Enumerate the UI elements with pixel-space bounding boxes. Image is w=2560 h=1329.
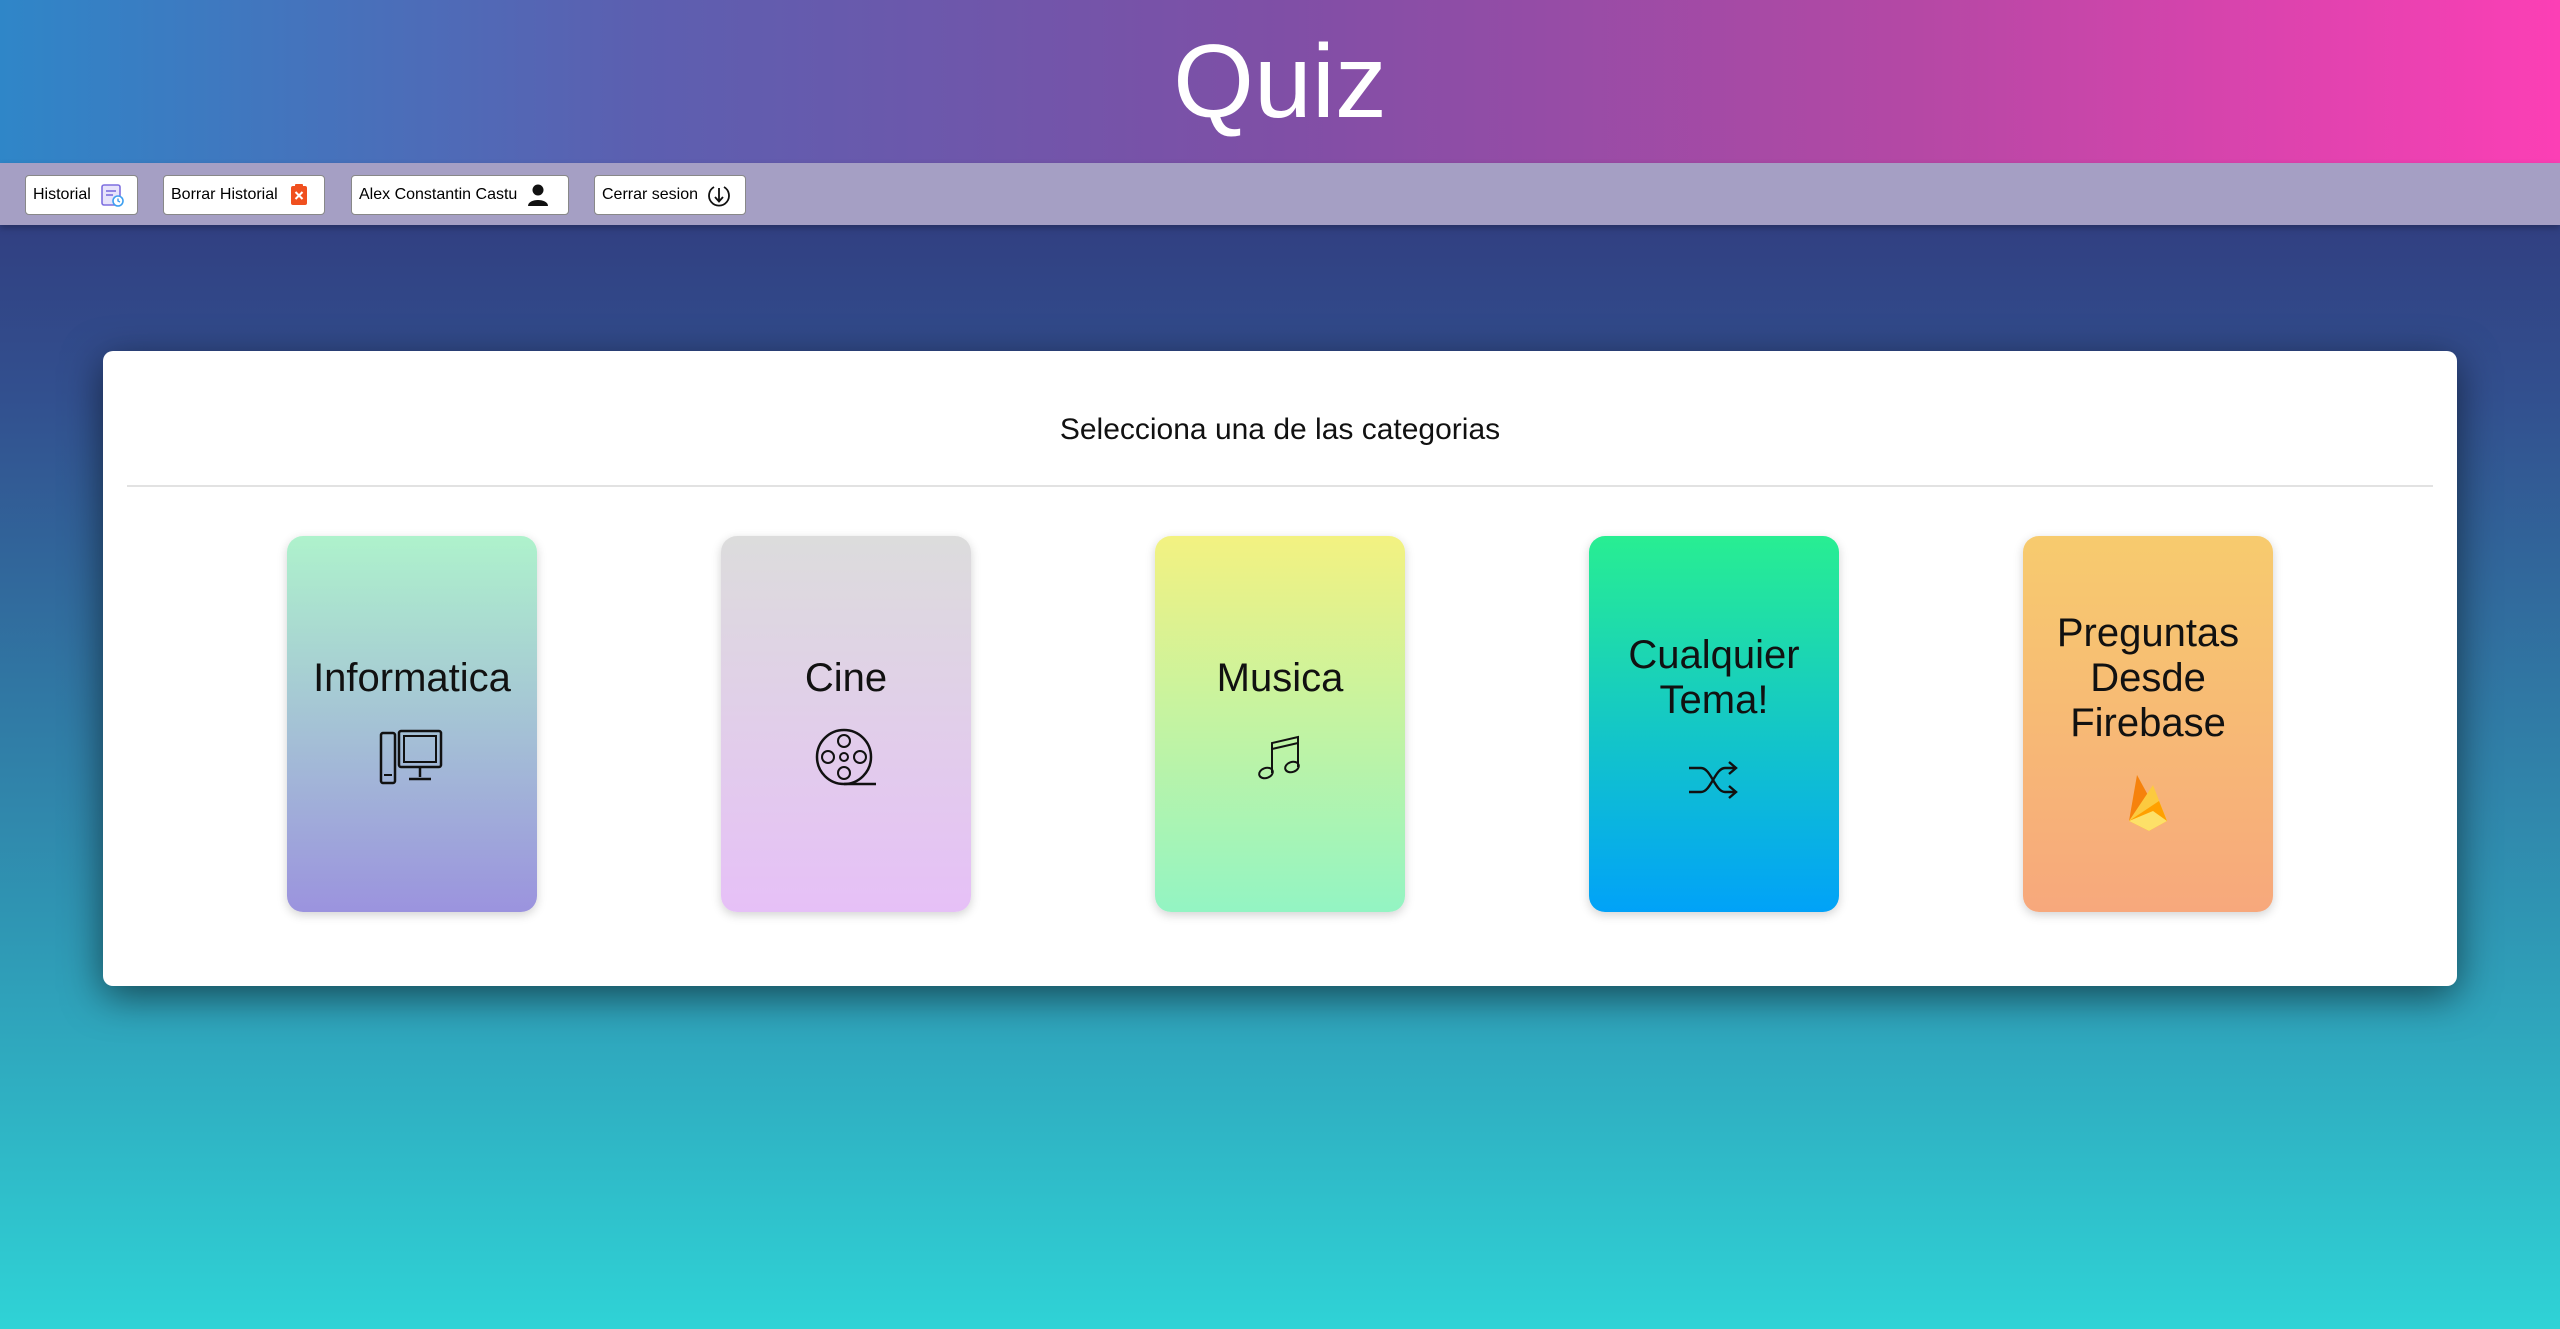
- history-button-label: Historial: [33, 186, 91, 203]
- category-title: Musica: [1216, 655, 1344, 700]
- user-icon: [525, 182, 551, 208]
- divider: [127, 485, 2433, 487]
- category-prompt: Selecciona una de las categorias: [1059, 413, 1501, 446]
- category-card-informatica[interactable]: Informatica: [287, 536, 537, 912]
- shuffle-icon: [1679, 745, 1749, 815]
- logout-button-label: Cerrar sesion: [602, 186, 699, 203]
- film-reel-icon: [811, 723, 881, 793]
- clear-history-button[interactable]: Borrar Historial: [163, 175, 325, 215]
- category-panel: Selecciona una de las categorias Informa…: [103, 351, 2457, 986]
- category-card-musica[interactable]: Musica: [1155, 536, 1405, 912]
- history-button[interactable]: Historial: [25, 175, 138, 215]
- history-icon: [99, 182, 125, 208]
- music-note-icon: [1245, 723, 1315, 793]
- category-card-cualquier-tema[interactable]: Cualquier Tema!: [1589, 536, 1839, 912]
- user-button[interactable]: Alex Constantin Castu: [351, 175, 569, 215]
- page-title: Quiz: [1173, 24, 1387, 140]
- logout-icon: [706, 182, 732, 208]
- clear-history-button-label: Borrar Historial: [171, 186, 278, 203]
- computer-icon: [377, 723, 447, 793]
- category-title: Cualquier Tema!: [1628, 633, 1800, 722]
- category-title: Informatica: [313, 655, 511, 700]
- user-button-label: Alex Constantin Castu: [359, 186, 518, 203]
- delete-history-icon: [286, 182, 312, 208]
- category-card-cine[interactable]: Cine: [721, 536, 971, 912]
- toolbar: Historial Borrar Historial Alex Constant…: [0, 163, 2560, 225]
- logout-button[interactable]: Cerrar sesion: [594, 175, 746, 215]
- category-title: Cine: [804, 655, 888, 700]
- category-card-firebase[interactable]: Preguntas Desde Firebase: [2023, 536, 2273, 912]
- firebase-icon: [2113, 768, 2183, 838]
- app-header: Quiz: [0, 0, 2560, 163]
- category-title: Preguntas Desde Firebase: [2056, 610, 2240, 745]
